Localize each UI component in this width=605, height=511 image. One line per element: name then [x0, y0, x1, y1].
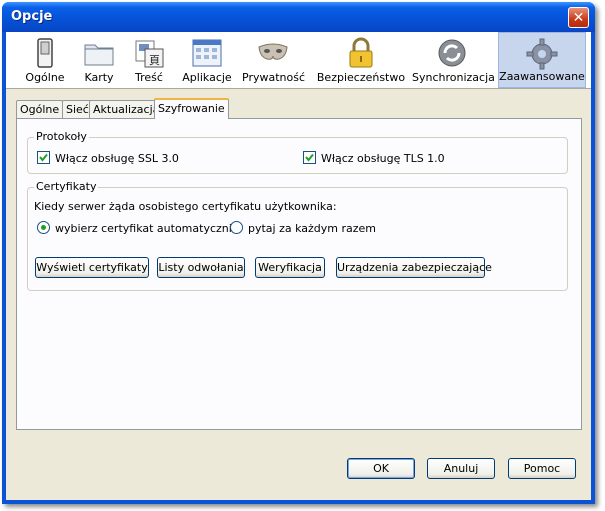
ssl-label: Włącz obsługę SSL 3.0: [55, 152, 179, 165]
protocols-group: Protokoły Włącz obsługę SSL 3.0 Włącz ob…: [27, 130, 568, 174]
cancel-button[interactable]: Anuluj: [427, 458, 495, 479]
radio-auto[interactable]: wybierz certyfikat automatycznie: [37, 221, 239, 235]
tab-update[interactable]: Aktualizacja: [89, 100, 164, 118]
checkbox-checked-icon[interactable]: [303, 151, 316, 164]
protocols-title: Protokoły: [34, 130, 89, 143]
certificate-prompt: Kiedy serwer żąda osobistego certyfikatu…: [34, 200, 337, 213]
tls-checkbox[interactable]: Włącz obsługę TLS 1.0: [303, 151, 445, 165]
toolbar-label: Synchronizacja: [412, 71, 495, 84]
checkbox-checked-icon[interactable]: [37, 151, 50, 164]
toolbar-item-security[interactable]: Bezpieczeństwo: [316, 32, 406, 88]
security-devices-button[interactable]: Urządzenia zabezpieczające: [336, 257, 492, 278]
title-bar[interactable]: Opcje ✕: [2, 2, 595, 32]
radio-ask[interactable]: pytaj za każdym razem: [230, 221, 376, 235]
toolbar-item-sync[interactable]: Synchronizacja: [412, 32, 495, 88]
toolbar-item-privacy[interactable]: Prywatność: [242, 32, 306, 88]
svg-text:頁: 頁: [149, 54, 160, 67]
content-icon: 頁: [135, 40, 164, 68]
gear-icon: [526, 38, 558, 70]
view-certificates-button[interactable]: Wyświetl certyfikaty: [35, 257, 149, 278]
radio-ask-label: pytaj za każdym razem: [248, 222, 377, 235]
encryption-panel: Protokoły Włącz obsługę SSL 3.0 Włącz ob…: [16, 118, 582, 430]
mask-icon: [258, 43, 288, 60]
toolbar-item-general[interactable]: Ogólne: [19, 32, 71, 88]
validation-button[interactable]: Weryfikacja: [255, 257, 325, 278]
toolbar-item-tabs[interactable]: Karty: [76, 32, 122, 88]
sync-icon: [438, 39, 466, 67]
radio-selected-icon[interactable]: [37, 221, 50, 234]
toolbar-label: Karty: [84, 71, 114, 84]
radio-unselected-icon[interactable]: [230, 221, 243, 234]
close-button[interactable]: ✕: [568, 7, 589, 28]
toolbar-label: Treść: [135, 71, 163, 84]
options-window: Opcje ✕ Ogólne Karty 頁 Treść Aplikacje P…: [2, 2, 595, 504]
tab-general[interactable]: Ogólne: [16, 100, 64, 118]
toolbar-item-advanced[interactable]: Zaawansowane: [498, 32, 586, 88]
tab-encryption[interactable]: Szyfrowanie: [154, 98, 229, 119]
padlock-icon: [349, 37, 373, 68]
ok-button[interactable]: OK: [347, 458, 415, 479]
toolbar-label: Ogólne: [25, 71, 65, 84]
toolbar-label: Bezpieczeństwo: [316, 71, 406, 84]
certificates-group: Certyfikaty Kiedy serwer żąda osobistego…: [27, 180, 568, 291]
toolbar-label: Prywatność: [242, 71, 306, 84]
radio-auto-label: wybierz certyfikat automatycznie: [55, 222, 239, 235]
category-toolbar: Ogólne Karty 頁 Treść Aplikacje Prywatnoś…: [6, 32, 591, 89]
tls-label: Włącz obsługę TLS 1.0: [321, 152, 445, 165]
toolbar-item-content[interactable]: 頁 Treść: [126, 32, 172, 88]
dialog-body: Ogólne Karty 頁 Treść Aplikacje Prywatnoś…: [6, 32, 591, 500]
window-title: Opcje: [11, 9, 53, 24]
toolbar-label: Zaawansowane: [499, 70, 585, 83]
help-button[interactable]: Pomoc: [508, 458, 576, 479]
tabs-folder-icon: [84, 44, 114, 66]
toolbar-item-applications[interactable]: Aplikacje: [180, 32, 234, 88]
general-switch-icon: [37, 38, 53, 68]
ssl-checkbox[interactable]: Włącz obsługę SSL 3.0: [37, 151, 179, 165]
revocation-lists-button[interactable]: Listy odwołania: [157, 257, 245, 278]
applications-icon: [192, 39, 222, 67]
toolbar-label: Aplikacje: [182, 71, 232, 84]
certificates-title: Certyfikaty: [34, 180, 99, 193]
